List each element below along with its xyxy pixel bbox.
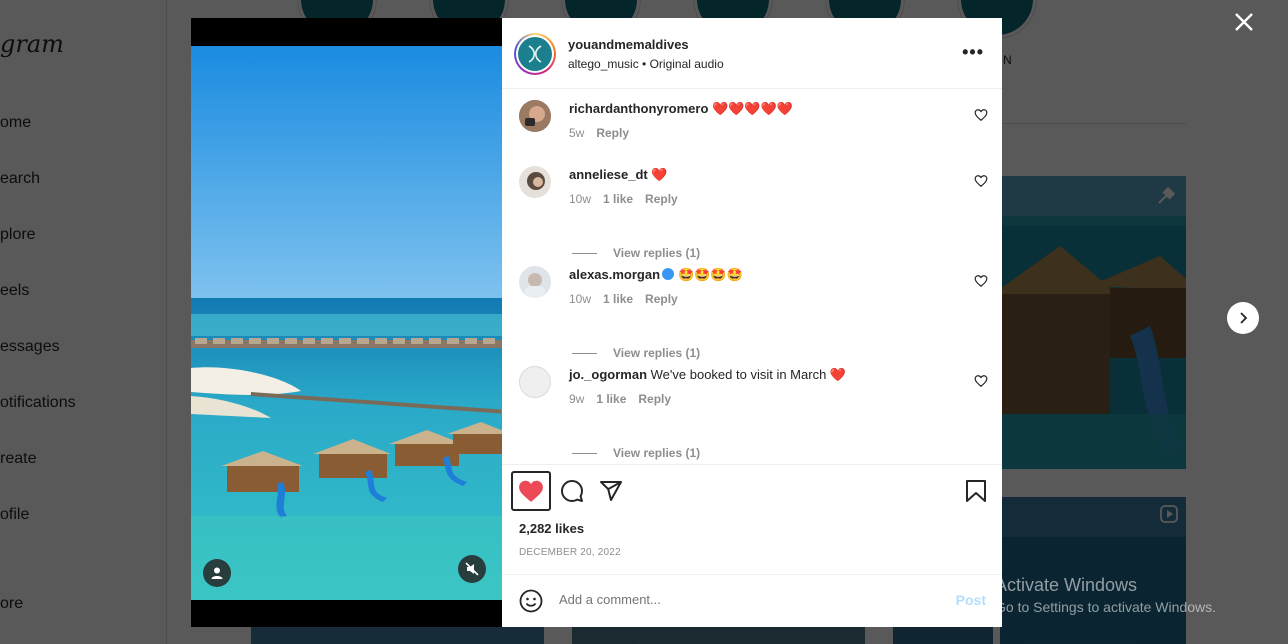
comment-age[interactable]: 10w	[569, 192, 591, 206]
watermark-title: Activate Windows	[995, 575, 1138, 595]
post-date[interactable]: DECEMBER 20, 2022	[519, 547, 621, 558]
author-avatar[interactable]	[514, 33, 556, 75]
heart-icon[interactable]	[974, 374, 988, 388]
mute-button[interactable]	[458, 555, 486, 583]
verified-badge-icon	[662, 268, 675, 280]
reply-button[interactable]: Reply	[638, 392, 671, 406]
comment-age[interactable]: 5w	[569, 126, 584, 140]
post-video[interactable]	[191, 46, 502, 600]
comment-text: ❤️	[651, 167, 668, 182]
comment-input[interactable]	[559, 592, 939, 607]
post-comment-button[interactable]: Post	[956, 592, 986, 608]
reply-button[interactable]: Reply	[645, 292, 678, 306]
next-post-button[interactable]	[1227, 302, 1259, 334]
comment-age[interactable]: 10w	[569, 292, 591, 306]
heart-icon[interactable]	[974, 108, 988, 122]
comment-username[interactable]: anneliese_dt	[569, 167, 648, 182]
post-media[interactable]	[191, 18, 502, 627]
view-replies-button[interactable]: View replies (1)	[572, 446, 700, 460]
comment-age[interactable]: 9w	[569, 392, 584, 406]
view-replies-button[interactable]: View replies (1)	[572, 346, 700, 360]
more-options-icon[interactable]: •••	[962, 43, 984, 61]
user-icon	[211, 567, 223, 579]
likes-count[interactable]: 2,282 likes	[519, 521, 584, 536]
view-replies-label: View replies (1)	[613, 246, 701, 260]
heart-icon[interactable]	[974, 174, 988, 188]
comment-username[interactable]: richardanthonyromero	[569, 101, 708, 116]
comment-icon	[561, 480, 583, 502]
comments-list[interactable]: richardanthonyromero ❤️❤️❤️❤️❤️ 5w Reply …	[502, 89, 1002, 464]
comment-username[interactable]: jo._ogorman	[569, 367, 647, 382]
add-comment-bar: Post	[502, 574, 1002, 627]
watermark-subtitle: Go to Settings to activate Windows.	[995, 599, 1216, 615]
comment-likes[interactable]: 1 like	[596, 392, 626, 406]
post-header: youandmemaldives altego_music • Original…	[502, 18, 1002, 89]
comment-button[interactable]	[552, 471, 592, 511]
comment-likes[interactable]: 1 like	[603, 192, 633, 206]
share-button[interactable]	[591, 471, 631, 511]
author-username[interactable]: youandmemaldives	[568, 37, 689, 52]
send-icon	[600, 481, 622, 501]
save-button[interactable]	[956, 471, 996, 511]
view-replies-label: View replies (1)	[613, 346, 701, 360]
post-modal: youandmemaldives altego_music • Original…	[191, 18, 1002, 627]
comment-username[interactable]: alexas.morgan	[569, 267, 660, 282]
chevron-right-icon	[1240, 312, 1248, 324]
avatar[interactable]	[519, 366, 551, 398]
bookmark-icon	[966, 480, 986, 502]
post-actions: 2,282 likes DECEMBER 20, 2022	[502, 464, 1002, 574]
emoji-icon[interactable]	[519, 589, 543, 613]
post-details-panel: youandmemaldives altego_music • Original…	[502, 18, 1002, 627]
reply-button[interactable]: Reply	[645, 192, 678, 206]
close-icon[interactable]	[1232, 10, 1256, 34]
windows-activation-watermark: Activate Windows Go to Settings to activ…	[995, 575, 1216, 615]
heart-filled-icon	[519, 480, 543, 502]
heart-icon[interactable]	[974, 274, 988, 288]
avatar[interactable]	[519, 166, 551, 198]
reply-button[interactable]: Reply	[596, 126, 629, 140]
comment-likes[interactable]: 1 like	[603, 292, 633, 306]
comment-text: We've booked to visit in March ❤️	[650, 367, 847, 382]
comment-text: 🤩🤩🤩🤩	[678, 267, 743, 282]
avatar[interactable]	[519, 266, 551, 298]
like-button[interactable]	[511, 471, 551, 511]
avatar[interactable]	[519, 100, 551, 132]
comment-text: ❤️❤️❤️❤️❤️	[712, 101, 793, 116]
tagged-users-button[interactable]	[203, 559, 231, 587]
audio-link[interactable]: altego_music • Original audio	[568, 57, 724, 71]
muted-speaker-icon	[465, 562, 479, 576]
brand-logo-icon	[528, 45, 542, 63]
view-replies-label: View replies (1)	[613, 446, 701, 460]
view-replies-button[interactable]: View replies (1)	[572, 246, 700, 260]
